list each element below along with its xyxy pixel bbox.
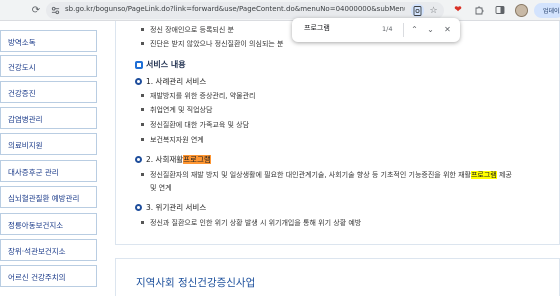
profile-avatar[interactable] [513,2,529,18]
section-2-desc-suffix: 제공 [496,171,512,179]
sidebar-item-medical-support[interactable]: 의료비지원 [0,133,97,155]
sidebar-item-cardio-cerebrovascular[interactable]: 심뇌혈관질환 예방관리 [0,186,97,208]
sidebar-item-healthy-city[interactable]: 건강도시 [0,55,97,77]
site-info-icon[interactable] [51,6,60,15]
find-match-count: 1/4 [382,25,393,33]
list-item: 진단은 받지 않았으나 정신질환이 의심되는 분 [141,40,284,48]
section-3-title: 3. 위기관리 서비스 [146,203,207,212]
sidebar-item-jeongneung-branch[interactable]: 정릉아동보건지소 [0,213,97,235]
section-1-title: 1. 사례관리 서비스 [146,77,207,86]
number-circle-icon [135,78,142,85]
close-icon[interactable]: ✕ [441,23,454,36]
extension-red-icon[interactable]: ❤ [450,2,466,18]
find-bar: 1/4 ⌃ ⌄ ✕ [292,18,460,42]
number-circle-icon [135,156,142,163]
reload-icon[interactable]: ⟳ [28,2,44,18]
content-panel: 정신 장애인으로 등록되신 분 진단은 받지 않았으나 정신질환이 의심되는 분… [115,21,560,245]
find-divider [403,23,404,37]
address-bar[interactable]: sb.go.kr/bogunso/PageLink.do?link=forwar… [46,2,444,19]
sidebar-item-disinfection[interactable]: 방역소독 [0,30,97,52]
find-in-page-icon[interactable] [411,4,424,17]
number-circle-icon [135,204,142,211]
find-highlight: 프로그램 [470,171,497,179]
section-square-icon [135,61,143,69]
find-previous-icon[interactable]: ⌃ [408,23,421,36]
section-2-desc-continued: 및 연계 [150,184,172,192]
section-2-title-prefix: 2. 사회재활 [146,155,184,164]
list-item: 정신질환자의 재발 방지 및 일상생활에 필요한 대인관계기술, 사회기술 향상… [141,170,512,180]
list-item: 정신 장애인으로 등록되신 분 [141,26,234,34]
section-2-desc-prefix: 정신질환자의 재발 방지 및 일상생활에 필요한 대인관계기술, 사회기술 향상… [150,171,471,179]
sidebar-item-metabolic-syndrome[interactable]: 대사증후군 관리 [0,160,97,182]
sidebar-item-health-promotion[interactable]: 건강증진 [0,81,97,103]
find-highlight-current: 프로그램 [183,155,211,164]
relaunch-button[interactable]: 업데이트 [534,3,560,18]
side-panel-icon[interactable] [492,2,508,18]
service-content-title: 서비스 내용 [146,60,186,69]
sidebar-item-infection-control[interactable]: 감염병관리 [0,107,97,129]
list-item: 정신질환에 대한 가족교육 및 상담 [140,121,250,129]
find-input[interactable] [304,24,364,32]
bookmark-star-icon[interactable]: ☆ [427,4,440,17]
sidebar-item-jangwi-seokgwan-branch[interactable]: 장위·석관보건지소 [0,239,97,261]
sidebar: 방역소독 건강도시 건강증진 감염병관리 의료비지원 대사증후군 관리 심뇌혈관… [0,21,98,296]
url-text: sb.go.kr/bogunso/PageLink.do?link=forwar… [65,5,405,13]
section-2-title: 2. 사회재활프로그램 [146,154,211,165]
next-section-panel: 지역사회 정신건강증신사업 [115,258,560,296]
browser-toolbar: ⟳ sb.go.kr/bogunso/PageLink.do?link=forw… [0,0,560,21]
next-section-title: 지역사회 정신건강증신사업 [136,277,256,289]
sidebar-item-senior-doctor[interactable]: 어르신 건강주치의 [0,265,97,287]
list-item: 보건복지자원 연계 [141,136,204,144]
find-next-icon[interactable]: ⌄ [424,23,437,36]
extensions-puzzle-icon[interactable] [471,2,487,18]
list-item: 정신과 질환으로 인한 위기 상황 발생 시 위기개입을 통해 위기 상황 예방 [140,219,362,227]
list-item: 재발방지를 위한 증상관리, 약물관리 [141,92,256,100]
list-item: 취업연계 및 직업상담 [140,106,213,114]
